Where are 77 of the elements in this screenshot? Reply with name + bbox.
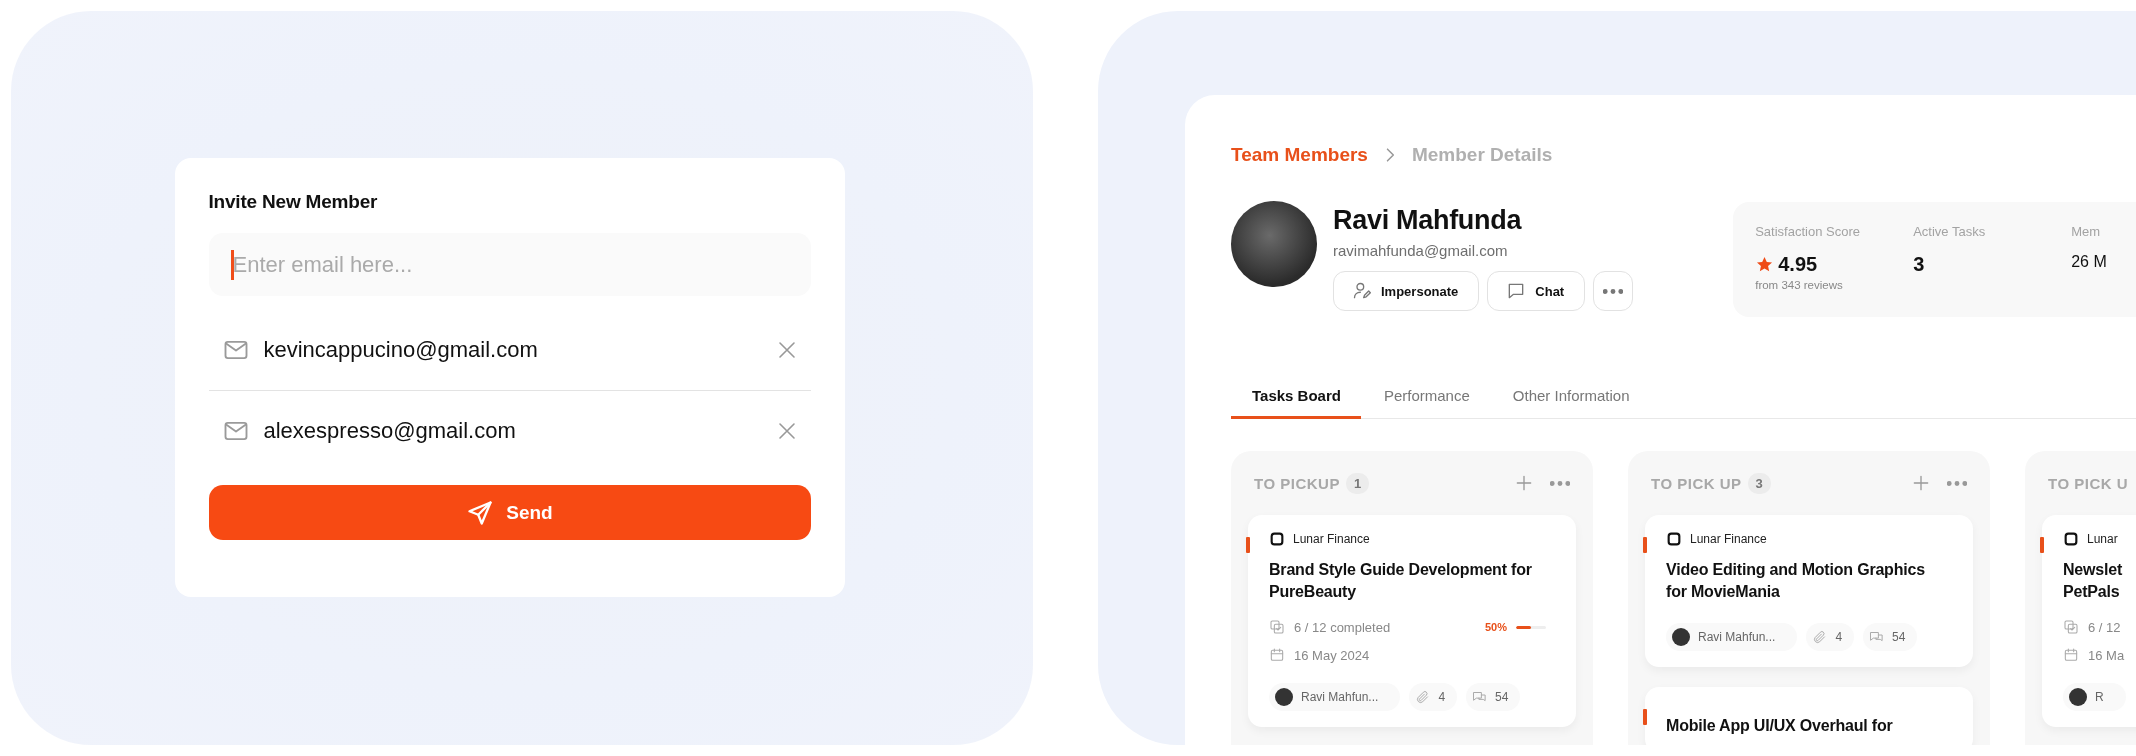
avatar	[2069, 688, 2087, 706]
accent-bar	[2040, 537, 2044, 553]
column-title: TO PICKUP	[1254, 474, 1340, 492]
client-logo-icon	[1269, 531, 1285, 547]
accent-bar	[1643, 537, 1647, 553]
email-address: kevincappucino@gmail.com	[263, 337, 539, 363]
client-name: Lunar Finance	[1293, 532, 1370, 546]
client-logo-icon	[1666, 531, 1682, 547]
stat-label: Mem	[2071, 224, 2102, 239]
task-title: Mobile App UI/UX Overhaul for	[1666, 716, 1894, 736]
accent-bar	[1643, 709, 1647, 725]
task-card[interactable]: Lunar Newslet PetPals 6 / 12 16 Ma R	[2042, 515, 2136, 727]
client-name: Lunar	[2087, 532, 2118, 546]
email-input-field[interactable]: Enter email here...	[208, 233, 811, 296]
impersonate-button[interactable]: Impersonate	[1333, 271, 1480, 311]
tab[interactable]: Performance	[1362, 387, 1490, 419]
more-button[interactable]	[1550, 480, 1570, 486]
stat-value: 4.95	[1778, 253, 1818, 276]
progress-percent: 50%	[1484, 621, 1507, 633]
more-icon	[1550, 480, 1570, 486]
column-title: TO PICK UP	[1651, 474, 1742, 492]
member-name: Ravi Mahfunda	[1333, 205, 1523, 236]
assignee-chip[interactable]: Ravi Mahfun...	[1269, 683, 1401, 711]
person-edit-icon	[1352, 281, 1372, 301]
avatar	[1275, 688, 1293, 706]
stat-value: 26 M	[2071, 253, 2107, 271]
paperclip-icon	[1415, 689, 1431, 705]
stat-value: 3	[1913, 253, 1925, 276]
member-email: ravimahfunda@gmail.com	[1333, 242, 1509, 259]
stat-label: Active Tasks	[1913, 224, 1987, 239]
due-date: 16 May 2024	[1294, 647, 1370, 663]
calendar-icon	[1269, 647, 1285, 663]
client-name: Lunar Finance	[1690, 532, 1767, 546]
avatar	[1672, 628, 1690, 646]
task-title: Newslet PetPals	[2063, 560, 2124, 602]
comment-count[interactable]: 54	[1466, 683, 1521, 711]
star-icon	[1755, 255, 1775, 274]
assignee-chip[interactable]: Ravi Mahfun...	[1666, 623, 1798, 651]
email-address: alexespresso@gmail.com	[263, 418, 517, 444]
accent-bar	[1246, 537, 1250, 553]
progress-text: 6 / 12	[2088, 619, 2121, 635]
tab[interactable]: Other Information	[1491, 387, 1650, 419]
due-date: 16 Ma	[2088, 647, 2125, 663]
task-card[interactable]: Lunar Finance Video Editing and Motion Graphics for MovieMania Ravi Mahfun... 4 54	[1645, 515, 1973, 667]
stat-caption: from 343 reviews	[1755, 279, 1844, 291]
card-title: Invite New Member	[208, 191, 379, 213]
add-icon	[1514, 473, 1534, 493]
assignee-chip[interactable]: R	[2063, 683, 2126, 711]
more-icon	[1947, 480, 1967, 486]
paperclip-icon	[1812, 629, 1828, 645]
send-button[interactable]: Send	[208, 485, 811, 540]
add-button[interactable]	[1911, 473, 1931, 493]
add-icon	[1911, 473, 1931, 493]
attachment-count[interactable]: 4	[1806, 623, 1855, 651]
stat-label: Satisfaction Score	[1755, 224, 1861, 239]
calendar-icon	[2063, 647, 2079, 663]
add-button[interactable]	[1514, 473, 1534, 493]
send-icon	[466, 498, 495, 527]
count-badge: 3	[1747, 472, 1771, 494]
progress-text: 6 / 12 completed	[1294, 619, 1391, 635]
more-button[interactable]	[1947, 480, 1967, 486]
client-logo-icon	[2063, 531, 2079, 547]
chat-button[interactable]: Chat	[1487, 271, 1586, 311]
more-icon	[1603, 288, 1624, 294]
task-card[interactable]: Mobile App UI/UX Overhaul for	[1645, 687, 1973, 745]
count-badge: 1	[1345, 472, 1370, 494]
tab[interactable]: Tasks Board	[1231, 387, 1361, 419]
column-title: TO PICK U	[2048, 474, 2129, 492]
more-button[interactable]	[1593, 271, 1634, 311]
breadcrumb-link[interactable]: Team Members	[1231, 144, 1368, 166]
task-title: Video Editing and Motion Graphics for MovieMania	[1666, 560, 1926, 602]
checklist-icon	[2063, 619, 2079, 635]
task-title: Brand Style Guide Development for PureBeauty	[1269, 560, 1533, 602]
task-card[interactable]: Lunar Finance Brand Style Guide Development for PureBeauty 6 / 12 completed 50% 16 May 2024 Ravi Mahfun... 4 54	[1248, 515, 1576, 727]
attachment-count[interactable]: 4	[1409, 683, 1458, 711]
checklist-icon	[1269, 619, 1285, 635]
comment-count[interactable]: 54	[1863, 623, 1918, 651]
